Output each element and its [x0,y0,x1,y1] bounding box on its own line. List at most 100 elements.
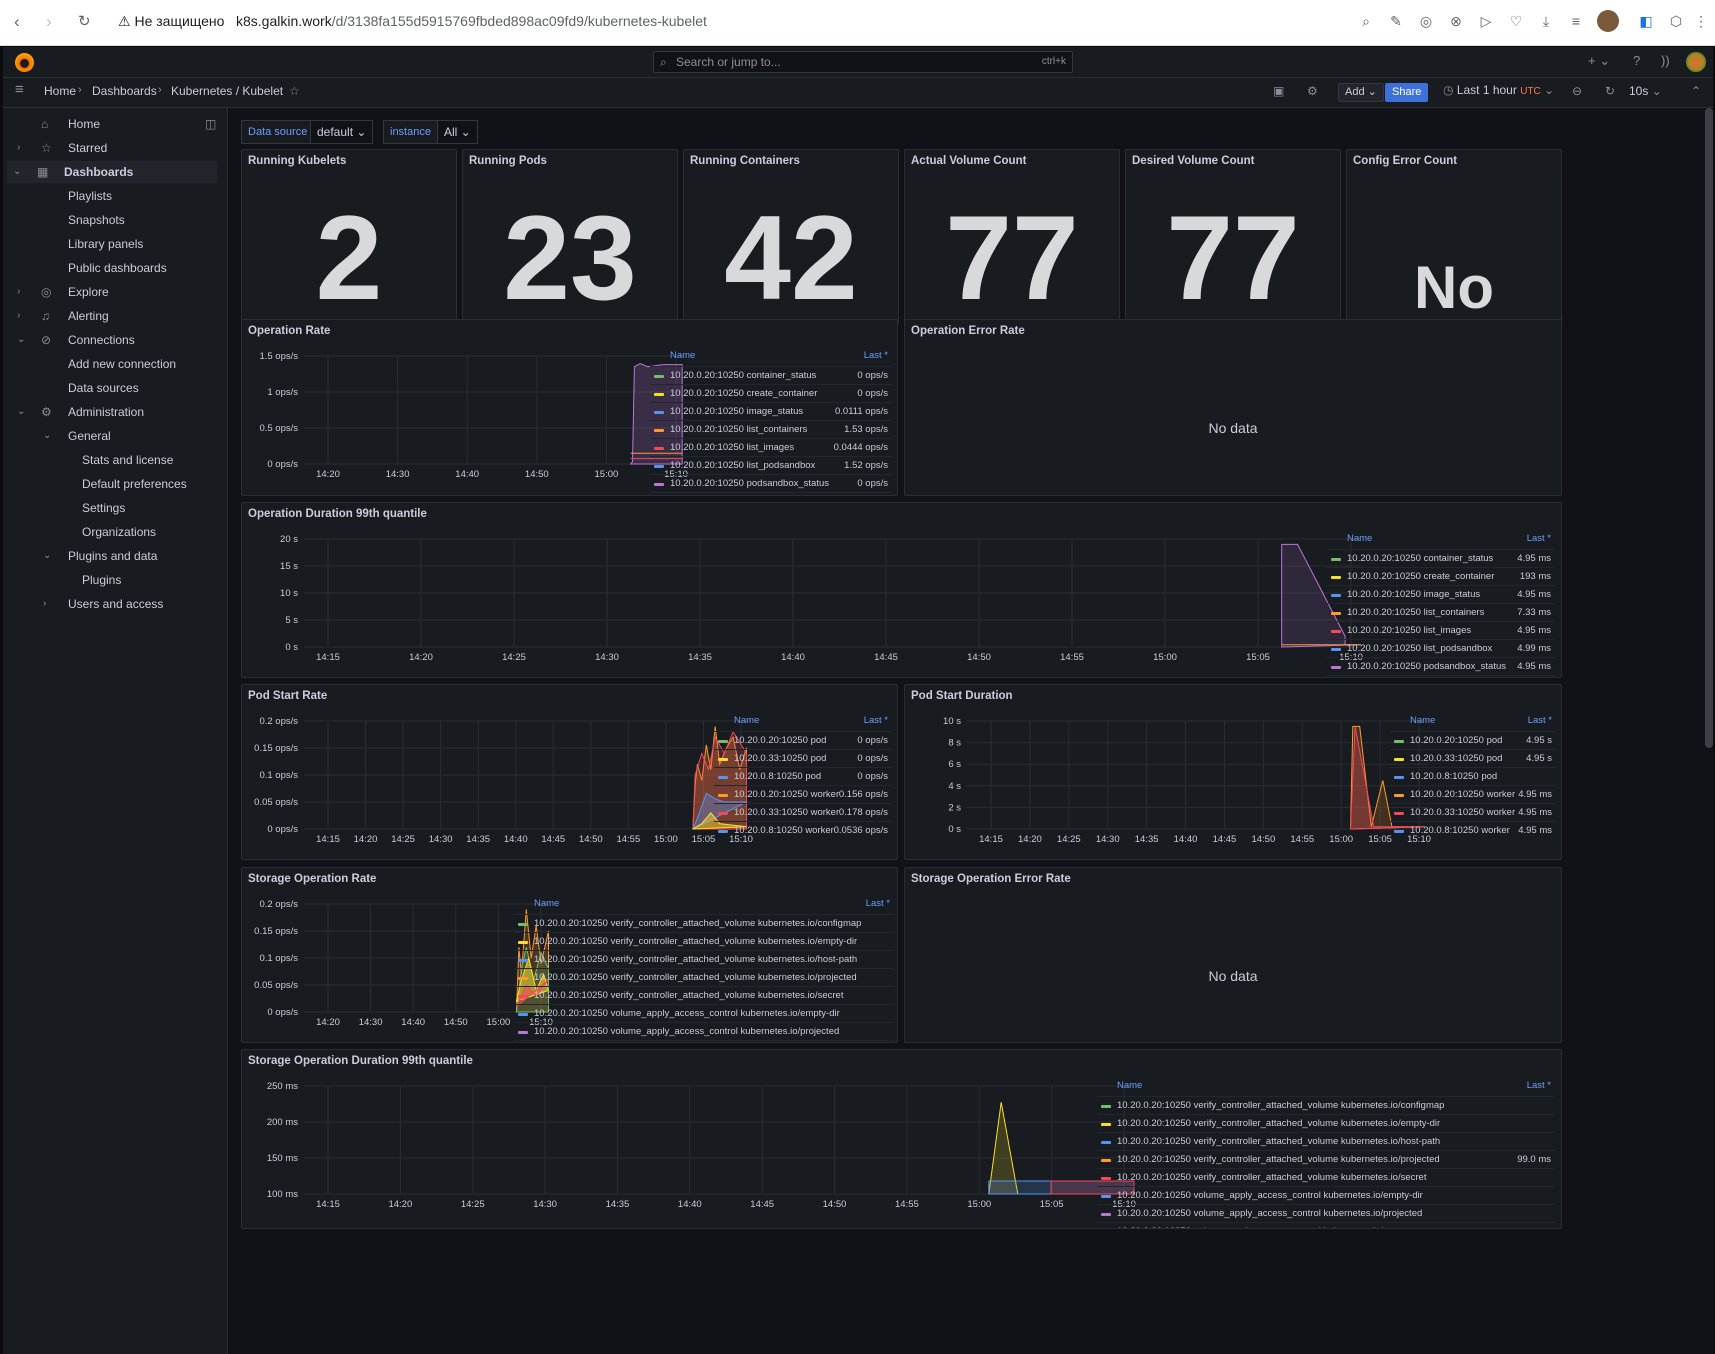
scrollbar[interactable] [1705,108,1713,748]
help-icon[interactable]: ? [1633,53,1640,68]
legend-item[interactable]: 10.20.0.20:10250 pod 0 ops/s [714,731,892,749]
news-icon[interactable]: )) [1661,53,1670,68]
legend-item[interactable]: 10.20.0.20:10250 verify_controller_attac… [1097,1168,1555,1186]
sidebar-item-default-preferences[interactable]: Default preferences [11,473,221,495]
datasource-select[interactable]: default ⌄ [310,120,374,144]
legend-item[interactable]: 10.20.0.20:10250 list_podsandbox 4.99 ms [1327,639,1555,657]
heart-icon[interactable]: ♡ [1507,12,1525,30]
sidebar-item-explore[interactable]: › ◎ Explore [11,281,221,303]
dock-menu-icon[interactable]: ◫ [205,113,216,135]
add-button[interactable]: Add ⌄ [1338,83,1384,102]
legend-item[interactable]: 10.20.0.20:10250 verify_controller_attac… [514,986,894,1004]
legend-name-header[interactable]: Name [1117,1080,1142,1091]
legend-item[interactable]: 10.20.0.8:10250 pod [1390,767,1556,785]
star-icon[interactable]: ☆ [289,84,300,98]
breadcrumb-dashboards[interactable]: Dashboards [92,84,157,98]
more-icon[interactable]: ⋮ [1692,12,1710,30]
collapse-icon[interactable]: ⌃ [1691,84,1701,98]
legend-item[interactable]: 10.20.0.20:10250 verify_controller_attac… [514,932,894,950]
legend-item[interactable]: 10.20.0.20:10250 verify_controller_attac… [1097,1114,1555,1132]
legend-item[interactable]: 10.20.0.8:10250 worker 4.95 ms [1390,821,1556,839]
download-icon[interactable]: ⤓ [1537,12,1555,30]
legend-item[interactable]: 10.20.0.20:10250 volume_apply_access_con… [1097,1204,1555,1222]
legend-name-header[interactable]: Name [534,898,559,909]
legend-name-header[interactable]: Name [1347,533,1372,544]
legend-item[interactable]: 10.20.0.20:10250 worker 0.156 ops/s [714,785,892,803]
legend-item[interactable]: 10.20.0.20:10250 verify_controller_attac… [514,968,894,986]
legend-last-header[interactable]: Last * [1527,1080,1551,1091]
legend-item[interactable]: 10.20.0.33:10250 pod 4.95 s [1390,749,1556,767]
sidebar-item-organizations[interactable]: Organizations [11,521,221,543]
chevron-icon[interactable]: › [17,137,20,159]
breadcrumb-home[interactable]: Home [44,84,76,98]
instance-select[interactable]: All ⌄ [437,120,478,144]
sidebar-item-plugins-and-data[interactable]: ⌄ Plugins and data [11,545,221,567]
legend-name-header[interactable]: Name [734,715,759,726]
chevron-icon[interactable]: › [17,281,20,303]
legend-item[interactable]: 10.20.0.20:10250 verify_controller_attac… [1097,1096,1555,1114]
legend-item[interactable]: 10.20.0.20:10250 create_container 0 ops/s [650,384,892,402]
sidebar-item-home[interactable]: ⌂ Home [11,113,221,135]
legend-item[interactable]: 10.20.0.20:10250 volume_apply_access_con… [514,1004,894,1022]
legend-item[interactable]: 10.20.0.8:10250 pod 0 ops/s [714,767,892,785]
sidebar-item-add-new-connection[interactable]: Add new connection [11,353,221,375]
sidebar-item-connections[interactable]: ⌄ ⊘ Connections [11,329,221,351]
legend-item[interactable]: 10.20.0.20:10250 volume_apply_access_con… [514,1022,894,1040]
url-text[interactable]: k8s.galkin.work/d/3138fa155d5915769fbded… [236,13,707,29]
sidebar-item-administration[interactable]: ⌄ ⚙ Administration [11,401,221,423]
sidebar-item-library-panels[interactable]: Library panels [11,233,221,255]
search-input[interactable]: ⌕ Search or jump to... ctrl+k [653,51,1073,73]
legend-item[interactable]: 10.20.0.20:10250 volume_apply_access_con… [1097,1186,1555,1204]
sidebar-item-settings[interactable]: Settings [11,497,221,519]
legend-item[interactable]: 10.20.0.20:10250 pull_image 0 ops/s [650,492,892,495]
chevron-icon[interactable]: ⌄ [43,425,51,447]
chevron-icon[interactable]: › [43,593,46,615]
forward-icon[interactable]: › [46,12,52,32]
extension-icon[interactable]: ⊗ [1447,12,1465,30]
legend-item[interactable]: 10.20.0.20:10250 list_images 4.95 ms [1327,621,1555,639]
legend-item[interactable]: 10.20.0.20:10250 list_podsandbox 1.52 ops… [650,456,892,474]
legend-last-header[interactable]: Last * [866,898,890,909]
legend-item[interactable]: 10.20.0.20:10250 verify_controller_attac… [1097,1150,1555,1168]
legend-item[interactable]: 10.20.0.20:10250 container_status 0 ops/s [650,366,892,384]
play-icon[interactable]: ▷ [1477,12,1495,30]
legend-last-header[interactable]: Last * [1527,533,1551,544]
time-picker[interactable]: ◷ Last 1 hour UTC ⌄ [1443,83,1554,97]
avatar[interactable] [1686,52,1706,72]
save-icon[interactable]: ▣ [1273,84,1284,98]
sidebar-item-starred[interactable]: › ☆ Starred [11,137,221,159]
sidebar-item-stats-and-license[interactable]: Stats and license [11,449,221,471]
refresh-interval[interactable]: 10s ⌄ [1629,84,1662,98]
legend-item[interactable]: 10.20.0.20:10250 list_containers 1.53 ops… [650,420,892,438]
legend-item[interactable]: 10.20.0.20:10250 image_status 4.95 ms [1327,585,1555,603]
back-icon[interactable]: ‹ [14,12,20,32]
chevron-icon[interactable]: ⌄ [43,545,51,567]
reload-icon[interactable]: ↻ [78,12,91,32]
legend-item[interactable]: 10.20.0.33:10250 worker 0.178 ops/s [714,803,892,821]
legend-name-header[interactable]: Name [670,350,695,361]
legend-item[interactable]: 10.20.0.20:10250 verify_controller_attac… [514,914,894,932]
sidebar-item-plugins[interactable]: Plugins [11,569,221,591]
camera-icon[interactable]: ◎ [1417,12,1435,30]
refresh-icon[interactable]: ↻ [1605,84,1615,98]
plus-icon[interactable]: + ⌄ [1588,53,1610,69]
bitwarden-icon[interactable]: ◧ [1637,12,1655,30]
legend-item[interactable]: 10.20.0.20:10250 podsandbox_status 0 ops/… [650,474,892,492]
legend-item[interactable]: 10.20.0.20:10250 container_status 4.95 ms [1327,549,1555,567]
gear-icon[interactable]: ⚙ [1307,84,1318,98]
grafana-logo-icon[interactable] [15,53,34,72]
legend-item[interactable]: 10.20.0.20:10250 verify_controller_attac… [514,950,894,968]
legend-name-header[interactable]: Name [1410,715,1435,726]
legend-item[interactable]: 10.20.0.20:10250 podsandbox_status 4.95 m… [1327,657,1555,675]
legend-item[interactable]: 10.20.0.20:10250 list_images 0.0444 ops/s [650,438,892,456]
legend-item[interactable]: 10.20.0.20:10250 pull_image 7.54 s [1327,675,1555,677]
chevron-icon[interactable]: ⌄ [13,161,21,183]
cube-icon[interactable]: ⬡ [1667,12,1685,30]
legend-item[interactable]: 10.20.0.20:10250 image_status 0.0111 ops/… [650,402,892,420]
chevron-icon[interactable]: ⌄ [17,401,25,423]
profile-avatar[interactable] [1597,10,1619,32]
sidebar-item-general[interactable]: ⌄ General [11,425,221,447]
sidebar-item-users-and-access[interactable]: › Users and access [11,593,221,615]
menu-icon[interactable]: ≡ [1567,12,1585,30]
legend-item[interactable]: 10.20.0.20:10250 list_containers 7.33 ms [1327,603,1555,621]
